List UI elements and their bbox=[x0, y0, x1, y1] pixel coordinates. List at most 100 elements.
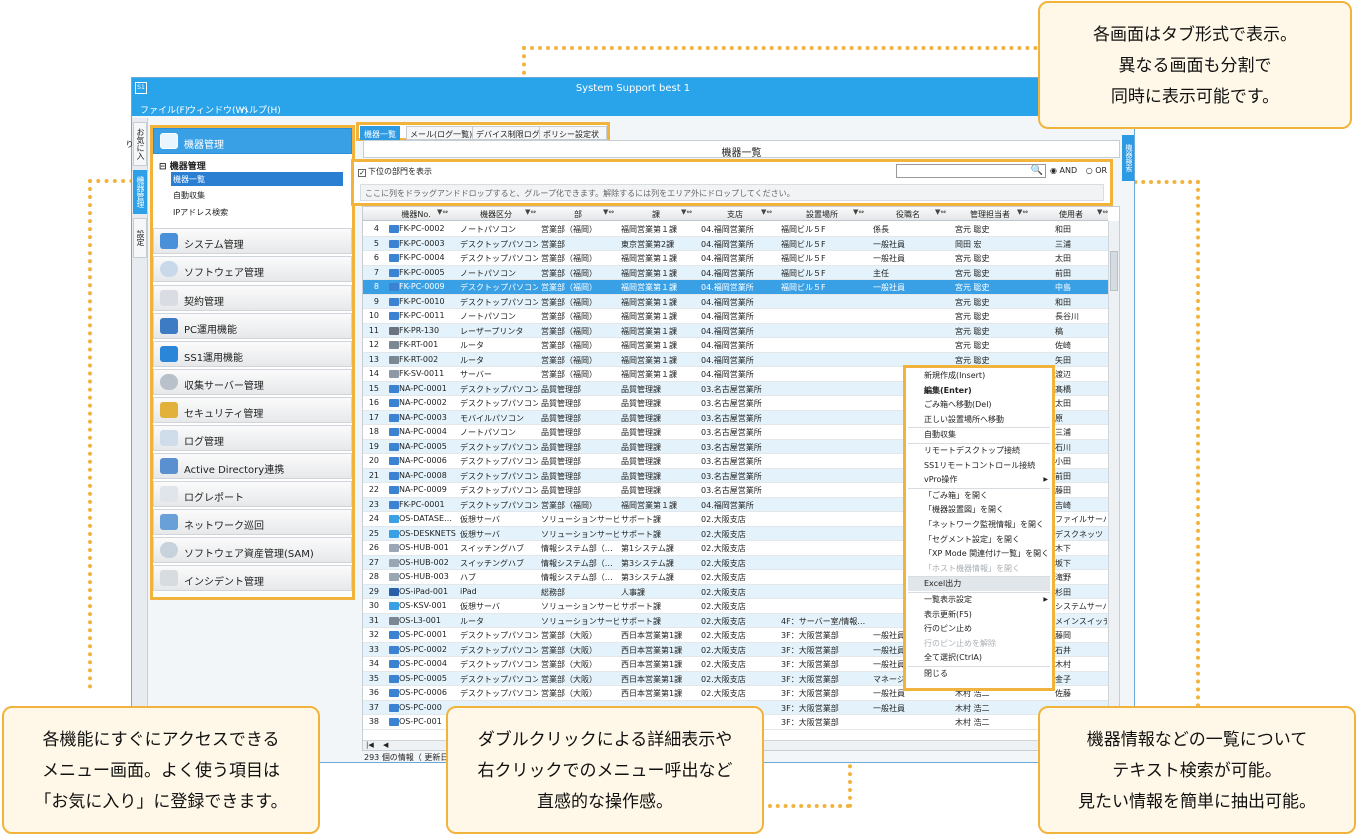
vtab-favorites[interactable]: お気に入り bbox=[125, 122, 147, 166]
context-menu-item[interactable]: ごみ箱へ移動(Del) bbox=[924, 399, 992, 410]
menu-header-log[interactable]: ログ管理 bbox=[153, 425, 352, 451]
table-cell: 02.大阪支店 bbox=[701, 660, 746, 669]
subitem-device-list[interactable]: 機器一覧 bbox=[171, 172, 343, 186]
menu-separator bbox=[908, 487, 1050, 489]
filter-icon[interactable]: ▼⇔ bbox=[681, 208, 692, 216]
vtab-device-management[interactable]: 機器管理 bbox=[133, 170, 147, 214]
tab-policy-status[interactable]: ポリシー設定状況 bbox=[539, 126, 607, 150]
context-menu-item[interactable]: リモートデスクトップ接続 bbox=[924, 445, 1020, 456]
context-menu-item[interactable]: 一覧表示設定 bbox=[924, 594, 972, 605]
menu-header-contract[interactable]: 契約管理 bbox=[153, 285, 352, 311]
show-subdept-checkbox[interactable]: ✓ 下位の部門を表示 bbox=[358, 166, 432, 177]
menu-header-security[interactable]: セキュリティ管理 bbox=[153, 397, 352, 423]
column-header[interactable]: 役職名 bbox=[871, 209, 945, 220]
vtab-settings[interactable]: 設定 bbox=[133, 218, 147, 258]
context-menu-item[interactable]: 新規作成(Insert) bbox=[924, 370, 985, 381]
menu-header-sam[interactable]: ソフトウェア資産管理(SAM) bbox=[153, 537, 352, 563]
table-cell: 稿 bbox=[1055, 326, 1063, 336]
menu-header-log-report[interactable]: ログレポート bbox=[153, 481, 352, 507]
menu-header-collect-server[interactable]: 収集サーバー管理 bbox=[153, 369, 352, 395]
context-menu-item[interactable]: 編集(Enter) bbox=[924, 385, 972, 396]
context-menu-item[interactable]: 正しい設置場所へ移動 bbox=[924, 414, 1004, 425]
filter-icon[interactable]: ▼⇔ bbox=[761, 208, 772, 216]
connector-top bbox=[522, 46, 1038, 50]
context-menu-item[interactable]: vPro操作 bbox=[924, 474, 957, 485]
device-search-button[interactable]: 機器検索 bbox=[1122, 135, 1134, 181]
context-menu-item[interactable]: 「XP Mode 関連付け一覧」を開く bbox=[924, 548, 1049, 559]
subitem-ip-search[interactable]: IPアドレス検索 bbox=[171, 205, 343, 219]
table-row[interactable]: 8 FK-PC-0009 デスクトップパソコン 営業部（福岡） 福岡営業第１課 04.福岡… bbox=[363, 280, 1108, 295]
menu-window[interactable]: ウィンドウ(W) bbox=[187, 103, 248, 116]
menu-header-software[interactable]: ソフトウェア管理 bbox=[153, 256, 352, 282]
table-cell: 営業部（福岡） bbox=[541, 225, 597, 234]
table-cell: 福岡営業第１課 bbox=[621, 297, 677, 307]
context-menu-item[interactable]: 全て選択(CtrlA) bbox=[924, 652, 982, 663]
menu-help[interactable]: ヘルプ(H) bbox=[240, 103, 281, 116]
menu-header-ss1-ops[interactable]: SS1運用機能 bbox=[153, 341, 352, 367]
table-row[interactable]: 7 FK-PC-0005 ノートパソコン 営業部（福岡） 福岡営業第１課 04.福岡営業所… bbox=[363, 265, 1108, 280]
and-radio[interactable]: ◉ AND bbox=[1050, 166, 1077, 175]
table-cell: 太田 bbox=[1055, 254, 1071, 263]
context-menu-item[interactable]: 自動収集 bbox=[924, 429, 956, 440]
context-menu-item[interactable]: SS1リモートコントロール接続 bbox=[924, 460, 1035, 471]
tab-device-restrict-log[interactable]: デバイス制限ログ bbox=[472, 126, 544, 140]
table-row[interactable]: 4 FK-PC-0002 ノートパソコン 営業部（福岡） 福岡営業第１課 04.福岡営業所… bbox=[363, 222, 1108, 237]
table-cell: 宮元 聡史 bbox=[955, 268, 990, 278]
context-menu-item[interactable]: 「セグメント設定」を開く bbox=[924, 534, 1020, 545]
menu-header-device-management[interactable]: 機器管理 bbox=[153, 128, 352, 154]
tab-mail-log[interactable]: メール(ログ一覧) bbox=[406, 126, 477, 140]
vertical-scrollbar[interactable] bbox=[1108, 221, 1119, 738]
menu-separator bbox=[908, 443, 1050, 444]
table-row[interactable]: 5 FK-PC-0003 デスクトップパソコン 営業部 東京営業第2課 04.福岡営業所 福… bbox=[363, 236, 1108, 251]
context-menu-item[interactable]: 行のピン止め bbox=[924, 623, 972, 634]
table-cell: 営業部（大阪） bbox=[541, 660, 597, 669]
filter-icon[interactable]: ▼⇔ bbox=[1097, 208, 1108, 216]
or-radio[interactable]: ○ OR bbox=[1086, 166, 1107, 175]
column-header[interactable]: 設置場所 bbox=[781, 209, 863, 220]
device-type-icon bbox=[389, 587, 399, 596]
table-cell: 3F：大阪営業部 bbox=[781, 645, 839, 655]
scroll-thumb[interactable] bbox=[1110, 251, 1118, 291]
context-menu-item[interactable]: 表示更新(F5) bbox=[924, 609, 972, 620]
row-number: 16 bbox=[368, 398, 379, 407]
search-input[interactable]: 🔍 bbox=[896, 164, 1046, 178]
menu-file[interactable]: ファイル(F) bbox=[140, 103, 188, 116]
menu-header-network-patrol[interactable]: ネットワーク巡回 bbox=[153, 509, 352, 535]
filter-icon[interactable]: ▼⇔ bbox=[935, 208, 946, 216]
table-cell: 木下 bbox=[1055, 544, 1071, 553]
menu-header-incident[interactable]: インシデント管理 bbox=[153, 565, 352, 591]
table-cell: 福岡ビル５F bbox=[781, 283, 826, 292]
table-row[interactable]: 6 FK-PC-0004 デスクトップパソコン 営業部（福岡） 福岡営業第１課 04.福岡… bbox=[363, 251, 1108, 266]
context-menu-item[interactable]: 「ネットワーク監視情報」を開く bbox=[924, 519, 1044, 530]
column-header[interactable]: 管理担当者 bbox=[953, 209, 1027, 220]
table-row[interactable]: 10 FK-PC-0011 ノートパソコン 営業部（福岡） 福岡営業第１課 04.福岡営業… bbox=[363, 309, 1108, 324]
submenu-arrow-icon: ▶ bbox=[1043, 596, 1048, 603]
filter-icon[interactable]: ▼⇔ bbox=[437, 208, 448, 216]
context-menu-item[interactable]: 閉じる bbox=[924, 668, 948, 679]
menu-header-active-directory[interactable]: Active Directory連携 bbox=[153, 453, 352, 479]
filter-icon[interactable]: ▼⇔ bbox=[1017, 208, 1028, 216]
scroll-first-icon[interactable]: |◀ bbox=[366, 741, 374, 749]
filter-icon[interactable]: ▼⇔ bbox=[525, 208, 536, 216]
group-drop-hint[interactable]: ここに列をドラッグアンドドロップすると、グループ化できます。解除するには列をエリ… bbox=[360, 184, 1104, 201]
subitem-auto-collect[interactable]: 自動収集 bbox=[171, 188, 343, 202]
table-cell: デスクトップパソコン bbox=[460, 457, 538, 466]
row-number: 20 bbox=[368, 456, 379, 465]
scroll-prev-icon[interactable]: ◀ bbox=[383, 741, 388, 749]
table-cell: 福岡営業第１課 bbox=[621, 370, 677, 379]
table-row[interactable]: 11 FK-PR-130 レーザープリンタ 営業部（福岡） 福岡営業第１課 04.福岡営業… bbox=[363, 323, 1108, 338]
table-cell: 西日本営業第1課 bbox=[621, 631, 683, 640]
table-row[interactable]: 9 FK-PC-0010 デスクトップパソコン 営業部（福岡） 福岡営業第１課 04.福岡… bbox=[363, 294, 1108, 309]
device-type-icon bbox=[389, 660, 399, 668]
search-icon[interactable]: 🔍 bbox=[1031, 165, 1043, 176]
context-menu-item[interactable]: Excel出力 bbox=[924, 578, 961, 589]
menu-header-pc-ops[interactable]: PC運用機能 bbox=[153, 313, 352, 339]
table-row[interactable]: 12 FK-RT-001 ルータ 営業部（福岡） 福岡営業第１課 04.福岡営業所 宮元 聡… bbox=[363, 338, 1108, 353]
filter-icon[interactable]: ▼⇔ bbox=[853, 208, 864, 216]
menu-header-system[interactable]: システム管理 bbox=[153, 228, 352, 254]
column-header[interactable]: 機器区分 bbox=[457, 209, 535, 220]
context-menu-item[interactable]: 「機器設置図」を開く bbox=[924, 504, 1004, 515]
tab-device-list[interactable]: 機器一覧 bbox=[360, 126, 400, 140]
filter-icon[interactable]: ▼⇔ bbox=[603, 208, 614, 216]
context-menu-item[interactable]: 「ごみ箱」を開く bbox=[924, 490, 988, 501]
